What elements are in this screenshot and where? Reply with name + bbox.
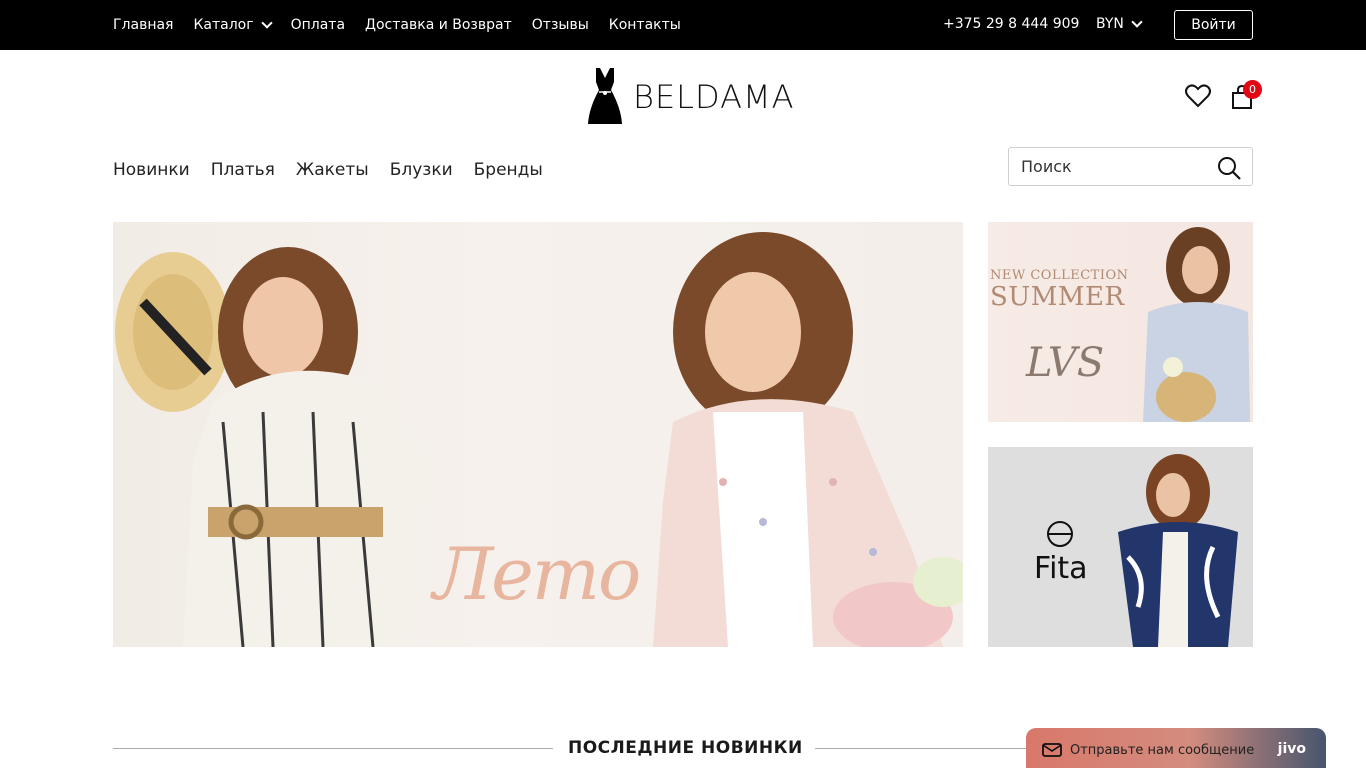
search-input[interactable] bbox=[1021, 157, 1201, 176]
category-jackets[interactable]: Жакеты bbox=[296, 160, 369, 180]
top-nav: Главная Каталог Оплата Доставка и Возвра… bbox=[113, 0, 681, 50]
side-banner-model-image bbox=[1047, 454, 1238, 647]
logo-text: BELDAMA bbox=[633, 78, 795, 116]
chat-widget[interactable]: Отправьте нам сообщение jivo bbox=[1026, 728, 1326, 768]
search-icon[interactable] bbox=[1216, 155, 1242, 181]
category-blouses[interactable]: Блузки bbox=[390, 160, 453, 180]
category-nav: Новинки Платья Жакеты Блузки Бренды bbox=[113, 160, 543, 180]
nav-home[interactable]: Главная bbox=[113, 17, 173, 33]
currency-selector[interactable]: BYN bbox=[1096, 16, 1143, 32]
logo[interactable]: BELDAMA bbox=[587, 68, 794, 126]
side-banner-subtitle: NEW COLLECTION bbox=[990, 268, 1129, 283]
category-dresses[interactable]: Платья bbox=[211, 160, 275, 180]
category-new[interactable]: Новинки bbox=[113, 160, 190, 180]
nav-contacts[interactable]: Контакты bbox=[609, 17, 681, 33]
currency-label: BYN bbox=[1096, 16, 1124, 32]
nav-payment[interactable]: Оплата bbox=[291, 17, 345, 33]
divider-line bbox=[113, 748, 553, 749]
login-button[interactable]: Войти bbox=[1174, 10, 1253, 40]
nav-reviews[interactable]: Отзывы bbox=[532, 17, 589, 33]
hero-banner[interactable]: Лето bbox=[113, 222, 963, 647]
chat-label: Отправьте нам сообщение bbox=[1070, 742, 1255, 758]
top-bar: Главная Каталог Оплата Доставка и Возвра… bbox=[0, 0, 1366, 50]
jivo-logo: jivo bbox=[1277, 741, 1306, 757]
cart-count-badge: 0 bbox=[1243, 80, 1262, 99]
chevron-down-icon bbox=[260, 17, 273, 29]
nav-catalog-label: Каталог bbox=[193, 17, 254, 33]
category-brands[interactable]: Бренды bbox=[474, 160, 543, 180]
hero-script-text: Лето bbox=[433, 532, 641, 616]
side-banner-model-image bbox=[1143, 227, 1250, 422]
nav-catalog[interactable]: Каталог bbox=[193, 17, 273, 33]
nav-delivery[interactable]: Доставка и Возврат bbox=[365, 17, 512, 33]
brand-fita-logo: Fita bbox=[1034, 551, 1088, 586]
chevron-down-icon bbox=[1131, 16, 1143, 28]
phone-link[interactable]: +375 29 8 444 909 bbox=[943, 16, 1079, 32]
side-banner-lvs[interactable]: NEW COLLECTION SUMMER LVS bbox=[988, 222, 1253, 422]
search-box bbox=[1008, 147, 1253, 186]
brand-lvs-logo: LVS bbox=[1026, 340, 1105, 386]
heart-icon[interactable] bbox=[1184, 82, 1212, 110]
side-banner-title: SUMMER bbox=[990, 282, 1125, 312]
section-title: ПОСЛЕДНИЕ НОВИНКИ bbox=[568, 738, 803, 758]
dress-logo-icon bbox=[588, 68, 622, 124]
mail-icon bbox=[1042, 743, 1062, 757]
side-banner-fita[interactable]: Fita bbox=[988, 447, 1253, 647]
